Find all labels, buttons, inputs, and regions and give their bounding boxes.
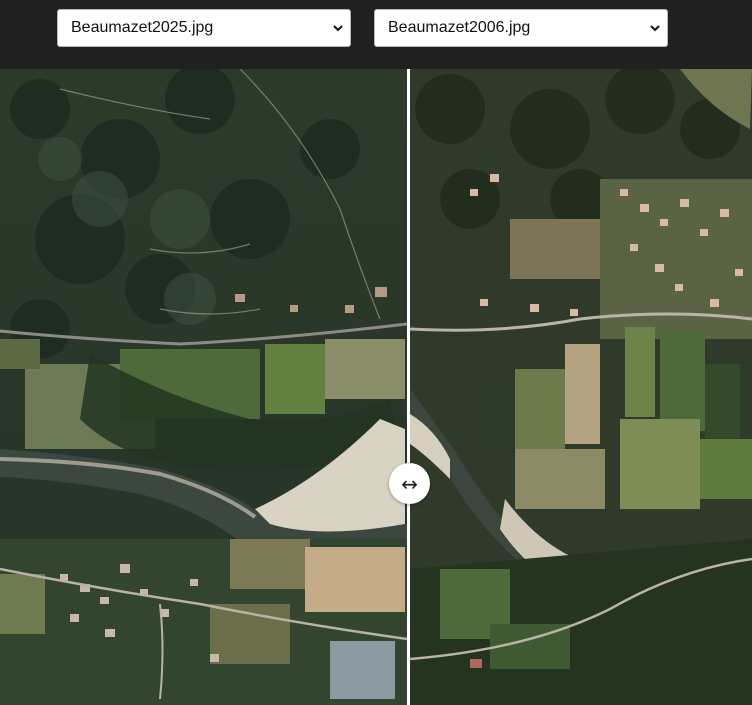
- chevron-down-icon: [650, 25, 660, 32]
- aerial-photo-2006: [410, 69, 752, 705]
- left-right-arrow-icon: ↔: [401, 471, 418, 496]
- aerial-photo-2025: [0, 69, 407, 705]
- chevron-down-icon: [333, 25, 343, 32]
- right-image-select-value: Beaumazet2006.jpg: [388, 19, 531, 36]
- split-handle[interactable]: ↔: [389, 463, 430, 504]
- toolbar: Beaumazet2025.jpg Beaumazet2006.jpg: [0, 0, 752, 69]
- left-image-select[interactable]: Beaumazet2025.jpg: [57, 9, 351, 47]
- image-comparison-viewer[interactable]: ↔: [0, 69, 752, 705]
- split-divider[interactable]: [407, 69, 410, 705]
- left-image-select-value: Beaumazet2025.jpg: [71, 19, 214, 36]
- right-image-select[interactable]: Beaumazet2006.jpg: [374, 9, 668, 47]
